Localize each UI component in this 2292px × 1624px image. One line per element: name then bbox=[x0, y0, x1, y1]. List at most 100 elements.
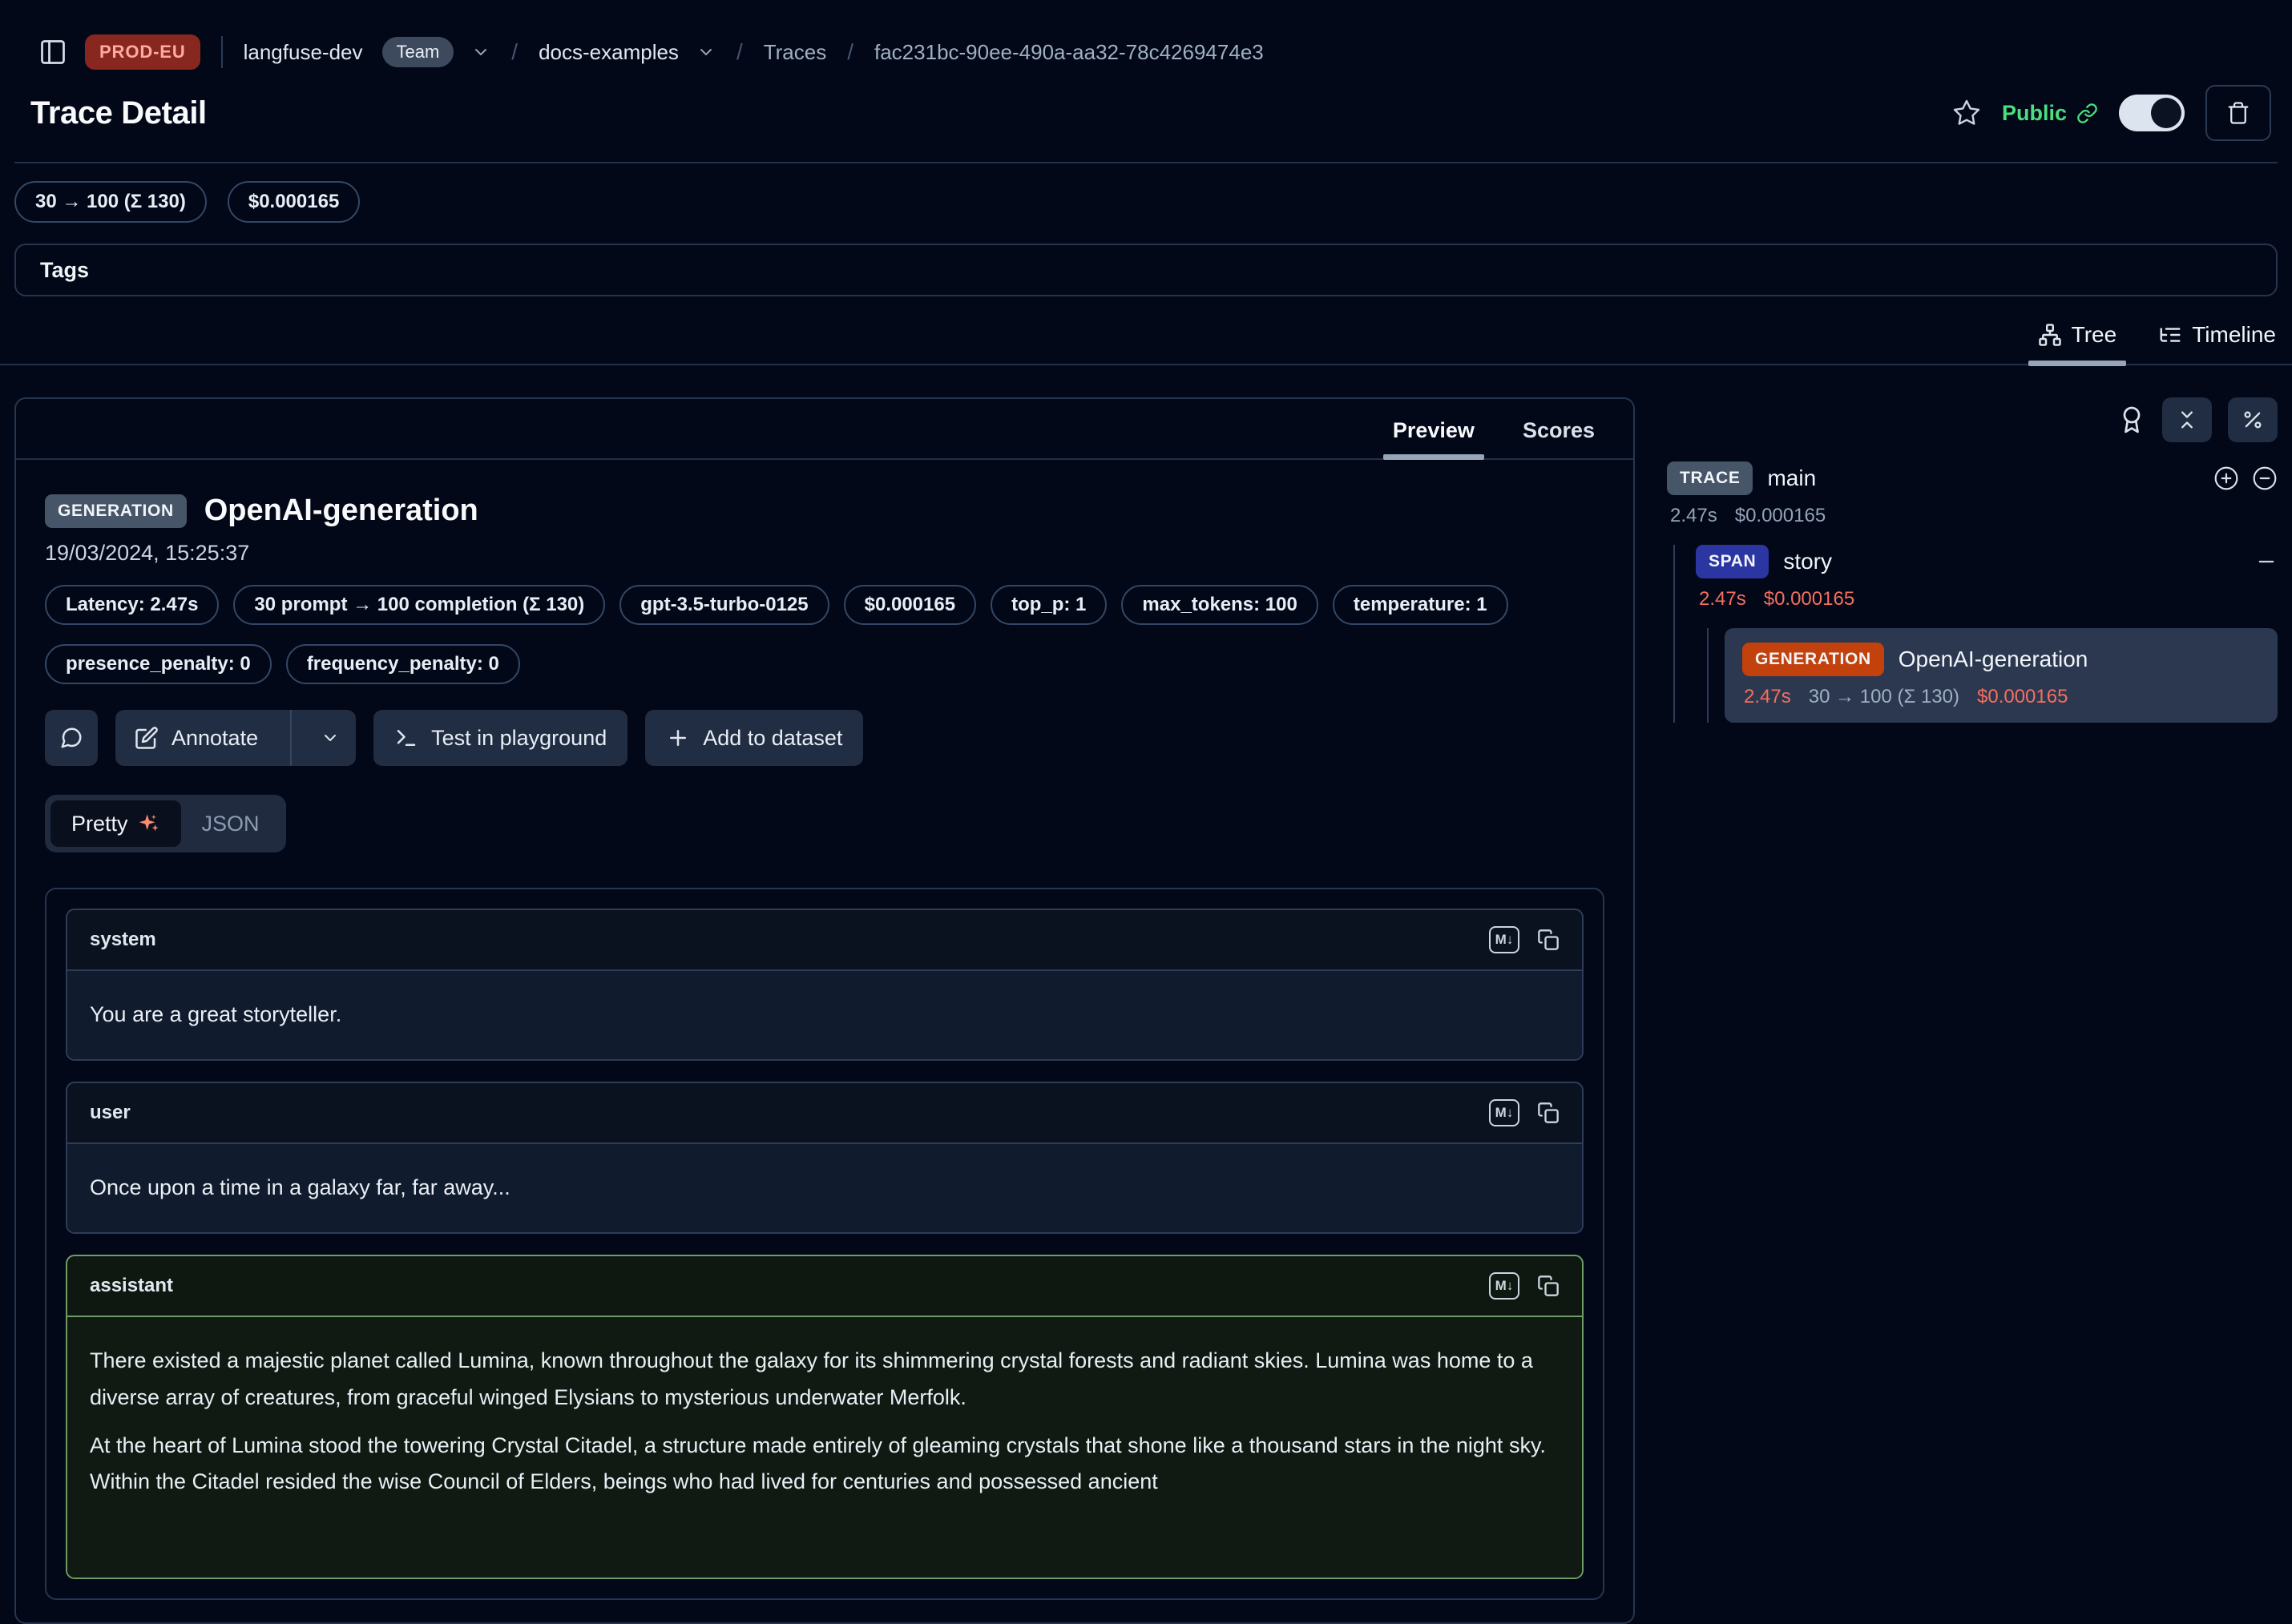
trace-tree: TRACE main 2.47s $0.000165 bbox=[1667, 461, 2278, 723]
message-assistant: assistant M↓ There existed a majestic pl… bbox=[66, 1255, 1584, 1580]
token-usage-badge: 30 → 100 (Σ 130) bbox=[14, 181, 207, 223]
page-title: Trace Detail bbox=[30, 95, 207, 131]
trash-icon bbox=[2226, 101, 2250, 125]
button-divider bbox=[290, 710, 292, 766]
add-to-dataset-button[interactable]: Add to dataset bbox=[645, 710, 863, 766]
breadcrumb-separator: / bbox=[733, 39, 746, 65]
tab-scores[interactable]: Scores bbox=[1516, 415, 1601, 458]
observation-header: GENERATION OpenAI-generation bbox=[45, 494, 1604, 528]
delete-trace-button[interactable] bbox=[2205, 85, 2271, 141]
tab-tree-label: Tree bbox=[2072, 322, 2117, 348]
tree-node-trace[interactable]: TRACE main bbox=[1667, 461, 2278, 495]
tree-node-generation-selected[interactable]: GENERATION OpenAI-generation 2.47s 30 → … bbox=[1725, 628, 2278, 723]
content: Preview Scores GENERATION OpenAI-generat… bbox=[0, 365, 2292, 1624]
public-toggle[interactable] bbox=[2119, 95, 2185, 131]
format-json-option[interactable]: JSON bbox=[181, 800, 280, 847]
copy-icon[interactable] bbox=[1537, 1275, 1560, 1297]
message-content: You are a great storyteller. bbox=[67, 971, 1582, 1059]
award-icon[interactable] bbox=[2117, 405, 2146, 434]
message-content: Once upon a time in a galaxy far, far aw… bbox=[67, 1144, 1582, 1232]
message-content: There existed a majestic planet called L… bbox=[67, 1317, 1582, 1578]
message-header: assistant M↓ bbox=[67, 1256, 1582, 1317]
message-header: system M↓ bbox=[67, 910, 1582, 971]
test-in-playground-button[interactable]: Test in playground bbox=[373, 710, 627, 766]
comment-button[interactable] bbox=[45, 710, 98, 766]
trace-latency: 2.47s bbox=[1670, 505, 1717, 527]
markdown-toggle-icon[interactable]: M↓ bbox=[1489, 926, 1519, 953]
format-toggle: Pretty JSON bbox=[45, 795, 286, 852]
sidebar-toggle-icon[interactable] bbox=[38, 38, 67, 66]
copy-icon[interactable] bbox=[1537, 929, 1560, 951]
star-icon[interactable] bbox=[1952, 99, 1981, 127]
breadcrumb-trace-id: fac231bc-90ee-490a-aa32-78c4269474e3 bbox=[874, 40, 1264, 65]
annotate-dropdown[interactable] bbox=[305, 710, 356, 766]
markdown-toggle-icon[interactable]: M↓ bbox=[1489, 1272, 1519, 1300]
timeline-icon bbox=[2158, 323, 2182, 347]
environment-badge[interactable]: PROD-EU bbox=[85, 34, 200, 70]
token-usage-badge: 30 prompt → 100 completion (Σ 130) bbox=[233, 585, 605, 625]
format-pretty-option[interactable]: Pretty bbox=[50, 800, 181, 847]
show-percentages-button[interactable] bbox=[2228, 397, 2278, 442]
tab-timeline[interactable]: Timeline bbox=[2155, 317, 2279, 364]
annotate-main[interactable]: Annotate bbox=[115, 710, 277, 766]
panel-body: GENERATION OpenAI-generation 19/03/2024,… bbox=[16, 460, 1633, 1622]
plus-circle-icon[interactable] bbox=[2213, 465, 2239, 491]
plus-icon bbox=[666, 726, 690, 750]
breadcrumb-org[interactable]: langfuse-dev bbox=[244, 40, 363, 65]
trace-metrics: 2.47s $0.000165 bbox=[1670, 505, 2278, 527]
model-badge[interactable]: gpt-3.5-turbo-0125 bbox=[619, 585, 829, 625]
tab-tree[interactable]: Tree bbox=[2035, 317, 2121, 364]
pen-square-icon bbox=[135, 726, 159, 750]
copy-icon[interactable] bbox=[1537, 1102, 1560, 1124]
annotate-button[interactable]: Annotate bbox=[115, 710, 356, 766]
trace-tree-panel: TRACE main 2.47s $0.000165 bbox=[1667, 397, 2278, 723]
span-children: GENERATION OpenAI-generation 2.47s 30 → … bbox=[1707, 628, 2278, 723]
annotate-label: Annotate bbox=[171, 726, 258, 751]
tree-icon bbox=[2038, 323, 2062, 347]
span-name: story bbox=[1783, 549, 1832, 574]
add-to-dataset-label: Add to dataset bbox=[703, 726, 842, 751]
tab-timeline-label: Timeline bbox=[2192, 322, 2276, 348]
breadcrumb-project[interactable]: docs-examples bbox=[539, 40, 679, 65]
generation-tokens: 30 → 100 (Σ 130) bbox=[1809, 686, 1959, 708]
collapse-all-button[interactable] bbox=[2162, 397, 2212, 442]
topbar-divider bbox=[221, 36, 223, 68]
assistant-paragraph: There existed a majestic planet called L… bbox=[90, 1343, 1560, 1416]
toggle-knob bbox=[2151, 98, 2181, 128]
observation-timestamp: 19/03/2024, 15:25:37 bbox=[45, 541, 1604, 566]
chevron-down-icon[interactable] bbox=[471, 42, 490, 62]
message-role-label: assistant bbox=[90, 1275, 173, 1297]
observation-detail-panel: Preview Scores GENERATION OpenAI-generat… bbox=[14, 397, 1635, 1624]
breadcrumb-separator: / bbox=[844, 39, 857, 65]
chevron-down-icon bbox=[321, 728, 340, 748]
collapse-node-icon[interactable] bbox=[2255, 550, 2278, 573]
panel-tabs: Preview Scores bbox=[16, 399, 1633, 460]
generation-latency: 2.47s bbox=[1744, 686, 1791, 708]
page-header: Trace Detail Public bbox=[0, 77, 2292, 144]
playground-label: Test in playground bbox=[431, 726, 607, 751]
tab-preview[interactable]: Preview bbox=[1386, 415, 1481, 458]
trace-summary-badges: 30 → 100 (Σ 130) $0.000165 bbox=[0, 163, 2292, 223]
trace-children: SPAN story 2.47s $0.000165 GEN bbox=[1673, 545, 2278, 723]
presence-penalty-badge: presence_penalty: 0 bbox=[45, 644, 272, 684]
temperature-badge: temperature: 1 bbox=[1333, 585, 1508, 625]
tags-box[interactable]: Tags bbox=[14, 244, 2278, 296]
chevron-down-icon[interactable] bbox=[696, 42, 716, 62]
max-tokens-badge: max_tokens: 100 bbox=[1121, 585, 1317, 625]
observation-title: OpenAI-generation bbox=[204, 494, 478, 528]
frequency-penalty-badge: frequency_penalty: 0 bbox=[286, 644, 520, 684]
markdown-toggle-icon[interactable]: M↓ bbox=[1489, 1099, 1519, 1126]
terminal-icon bbox=[394, 726, 418, 750]
observation-actions: Annotate Test in playground bbox=[45, 710, 1604, 766]
message-tools: M↓ bbox=[1489, 926, 1560, 953]
breadcrumb-traces[interactable]: Traces bbox=[764, 40, 827, 65]
tree-node-span[interactable]: SPAN story bbox=[1696, 545, 2278, 578]
span-metrics: 2.47s $0.000165 bbox=[1699, 588, 2278, 611]
cost-badge: $0.000165 bbox=[228, 181, 360, 223]
breadcrumb-separator: / bbox=[508, 39, 521, 65]
public-link[interactable]: Public bbox=[2002, 101, 2098, 126]
minus-circle-icon[interactable] bbox=[2252, 465, 2278, 491]
sparkles-icon bbox=[138, 812, 160, 835]
span-cost: $0.000165 bbox=[1764, 588, 1854, 611]
message-user: user M↓ Once upon a time in a galaxy far… bbox=[66, 1082, 1584, 1234]
